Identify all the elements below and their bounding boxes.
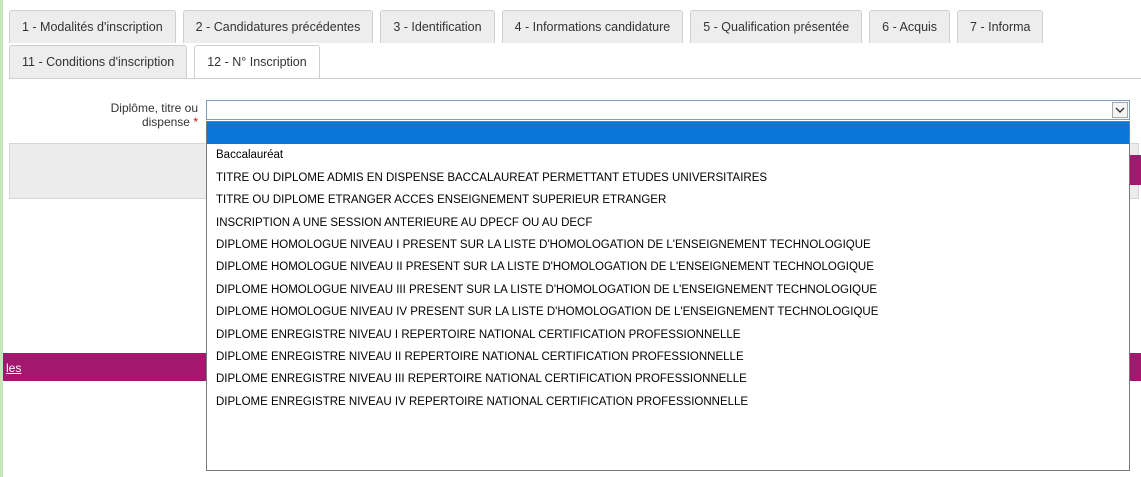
page-frame: 1 - Modalités d'inscription 2 - Candidat… [0,0,1141,477]
tab-numero-inscription[interactable]: 12 - N° Inscription [194,45,320,78]
dropdown-option[interactable]: DIPLOME ENREGISTRE NIVEAU IV REPERTOIRE … [207,391,1129,413]
diplome-select[interactable] [206,100,1130,120]
footer-link[interactable]: les [6,361,21,375]
dropdown-option[interactable]: DIPLOME HOMOLOGUE NIVEAU IV PRESENT SUR … [207,301,1129,323]
dropdown-option[interactable]: Baccalauréat [207,144,1129,166]
diplome-field-label: Diplôme, titre ou dispense * [63,101,198,129]
chevron-down-icon-glyph [1115,107,1125,113]
tab-identification[interactable]: 3 - Identification [380,10,495,43]
field-label-line2: dispense [141,115,190,129]
tab-qualification-presentee[interactable]: 5 - Qualification présentée [690,10,863,43]
dropdown-option[interactable]: DIPLOME HOMOLOGUE NIVEAU III PRESENT SUR… [207,279,1129,301]
tabs-divider [9,78,1141,79]
field-label-line1: Diplôme, titre ou [110,101,198,115]
required-marker: * [193,115,198,129]
tab-informations[interactable]: 7 - Informa [957,10,1044,43]
diplome-dropdown-list: Baccalauréat TITRE OU DIPLOME ADMIS EN D… [206,121,1130,471]
tab-conditions-inscription[interactable]: 11 - Conditions d'inscription [9,45,188,78]
tab-candidatures-precedentes[interactable]: 2 - Candidatures précédentes [182,10,374,43]
chevron-down-icon[interactable] [1112,102,1128,118]
tab-modalites-inscription[interactable]: 1 - Modalités d'inscription [9,10,176,43]
tabs-row-1: 1 - Modalités d'inscription 2 - Candidat… [9,10,1050,43]
dropdown-option-empty[interactable] [207,122,1129,145]
tab-informations-candidature[interactable]: 4 - Informations candidature [501,10,684,43]
tabs-row-2: 11 - Conditions d'inscription 12 - N° In… [9,45,327,78]
dropdown-option[interactable]: DIPLOME ENREGISTRE NIVEAU I REPERTOIRE N… [207,324,1129,346]
dropdown-option[interactable]: DIPLOME HOMOLOGUE NIVEAU II PRESENT SUR … [207,256,1129,278]
dropdown-option[interactable]: DIPLOME ENREGISTRE NIVEAU III REPERTOIRE… [207,368,1129,390]
dropdown-option[interactable]: DIPLOME ENREGISTRE NIVEAU II REPERTOIRE … [207,346,1129,368]
tab-acquis[interactable]: 6 - Acquis [869,10,951,43]
dropdown-option[interactable]: DIPLOME HOMOLOGUE NIVEAU I PRESENT SUR L… [207,234,1129,256]
dropdown-option[interactable]: TITRE OU DIPLOME ADMIS EN DISPENSE BACCA… [207,167,1129,189]
dropdown-option[interactable]: INSCRIPTION A UNE SESSION ANTERIEURE AU … [207,212,1129,234]
dropdown-option[interactable]: TITRE OU DIPLOME ETRANGER ACCES ENSEIGNE… [207,189,1129,211]
